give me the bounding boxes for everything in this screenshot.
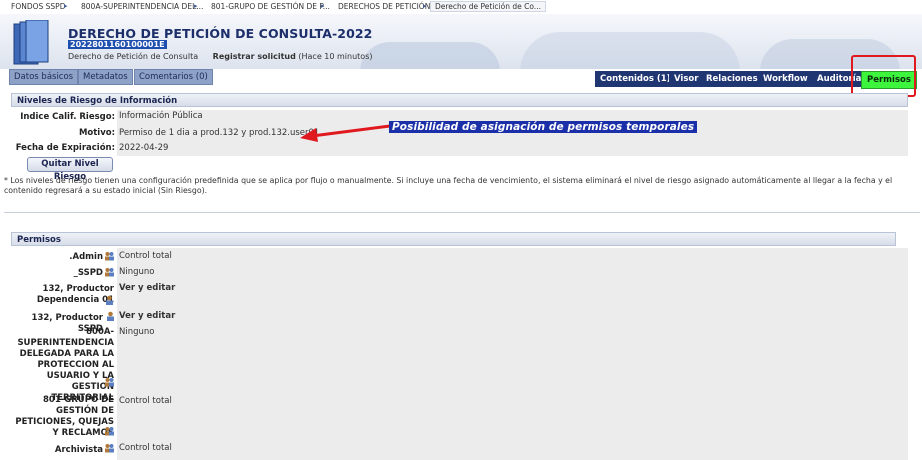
breadcrumb-item-grupo[interactable]: 801-GRUPO DE GESTIÓN DE P...: [211, 2, 330, 11]
permissions-section-header: Permisos: [11, 232, 896, 246]
breadcrumb-item-fondos[interactable]: FONDOS SSPD: [11, 2, 65, 11]
annotation-label: Posibilidad de asignación de permisos te…: [389, 121, 698, 133]
permission-value: Ver y editar: [119, 283, 176, 293]
expiration-date-value: 2022-04-29: [119, 143, 169, 153]
risk-section-header: Niveles de Riesgo de Información: [11, 93, 908, 107]
chevron-right-icon: ▸: [321, 2, 325, 10]
user-icon: [107, 311, 114, 321]
permission-name: 800A-SUPERINTENDENCIA DELEGADA PARA LA P…: [10, 327, 114, 404]
section-divider: [4, 212, 920, 213]
permission-value: Ver y editar: [119, 311, 176, 321]
tabs-row: Datos básicos Metadatos Comentarios (0) …: [0, 69, 922, 89]
remove-risk-level-button[interactable]: Quitar Nivel Riesgo: [27, 157, 113, 182]
header-decoration: [520, 32, 740, 69]
red-arrow-icon: [300, 124, 391, 142]
group-icon: [105, 444, 114, 453]
permission-name: Archivista: [54, 445, 103, 455]
folder-document-icon: [13, 20, 49, 65]
tab-metadatos[interactable]: Metadatos: [78, 69, 133, 85]
permission-name: .Admin: [69, 252, 103, 262]
risk-index-label: Indice Calif. Riesgo:: [20, 112, 115, 122]
permission-name: _SSPD: [73, 268, 103, 278]
chevron-right-icon: ▸: [423, 2, 427, 10]
tab-contenidos[interactable]: Contenidos (1): [595, 71, 676, 87]
expiration-date-label: Fecha de Expiración:: [15, 143, 115, 153]
chevron-right-icon: ▸: [194, 2, 198, 10]
risk-note: * Los niveles de riesgo tienen una confi…: [4, 176, 893, 195]
document-subline: Derecho de Petición de Consulta Registra…: [68, 52, 373, 61]
breadcrumb-item-superintendencia[interactable]: 800A-SUPERINTENDENCIA DEL...: [81, 2, 203, 11]
risk-reason-value: Permiso de 1 dia a prod.132 y prod.132.u…: [119, 128, 320, 138]
chevron-right-icon: ▸: [64, 2, 68, 10]
permission-name: 801-GRUPO DE GESTIÓN DE PETICIONES, QUEJ…: [10, 395, 114, 439]
permission-value: Control total: [119, 251, 172, 261]
permission-value: Ninguno: [119, 327, 155, 337]
permission-value: Control total: [119, 396, 172, 406]
risk-reason-label: Motivo:: [78, 128, 115, 138]
permission-name: 132, Productor Dependencia 01: [10, 284, 114, 306]
document-number: 2022801160100001E: [68, 40, 167, 49]
permission-name-text: 132, Productor Dependencia 01: [36, 284, 114, 305]
group-icon: [105, 268, 114, 277]
registered-time: (Hace 10 minutos): [298, 52, 373, 61]
tab-workflow[interactable]: Workflow: [758, 71, 813, 87]
document-header: DERECHO DE PETICIÓN DE CONSULTA-2022 202…: [0, 14, 922, 69]
tab-comentarios[interactable]: Comentarios (0): [134, 69, 213, 85]
permission-name-text: 800A-SUPERINTENDENCIA DELEGADA PARA LA P…: [17, 327, 114, 403]
permissions-values-background: [117, 248, 908, 460]
document-type: Derecho de Petición de Consulta: [68, 52, 199, 61]
group-icon: [105, 427, 114, 436]
tab-visor[interactable]: Visor: [669, 71, 704, 87]
permission-value: Ninguno: [119, 267, 155, 277]
document-title: DERECHO DE PETICIÓN DE CONSULTA-2022: [68, 26, 373, 41]
permission-value: Control total: [119, 443, 172, 453]
breadcrumb-item-current: Derecho de Petición de Co...: [430, 1, 546, 12]
breadcrumb: FONDOS SSPD ▸ 800A-SUPERINTENDENCIA DEL.…: [0, 0, 922, 15]
tab-datos-basicos[interactable]: Datos básicos: [9, 69, 79, 85]
user-icon: [106, 295, 113, 305]
breadcrumb-item-derechos[interactable]: DERECHOS DE PETICIÓN: [338, 2, 430, 11]
header-decoration: [360, 42, 500, 69]
permission-name-text: 801-GRUPO DE GESTIÓN DE PETICIONES, QUEJ…: [15, 395, 114, 438]
group-icon: [105, 252, 114, 261]
tab-relaciones[interactable]: Relaciones: [701, 71, 763, 87]
registered-label: Registrar solicitud: [212, 52, 296, 61]
risk-index-value: Información Pública: [119, 111, 203, 121]
group-icon: [105, 378, 114, 387]
highlight-box: [851, 55, 916, 97]
